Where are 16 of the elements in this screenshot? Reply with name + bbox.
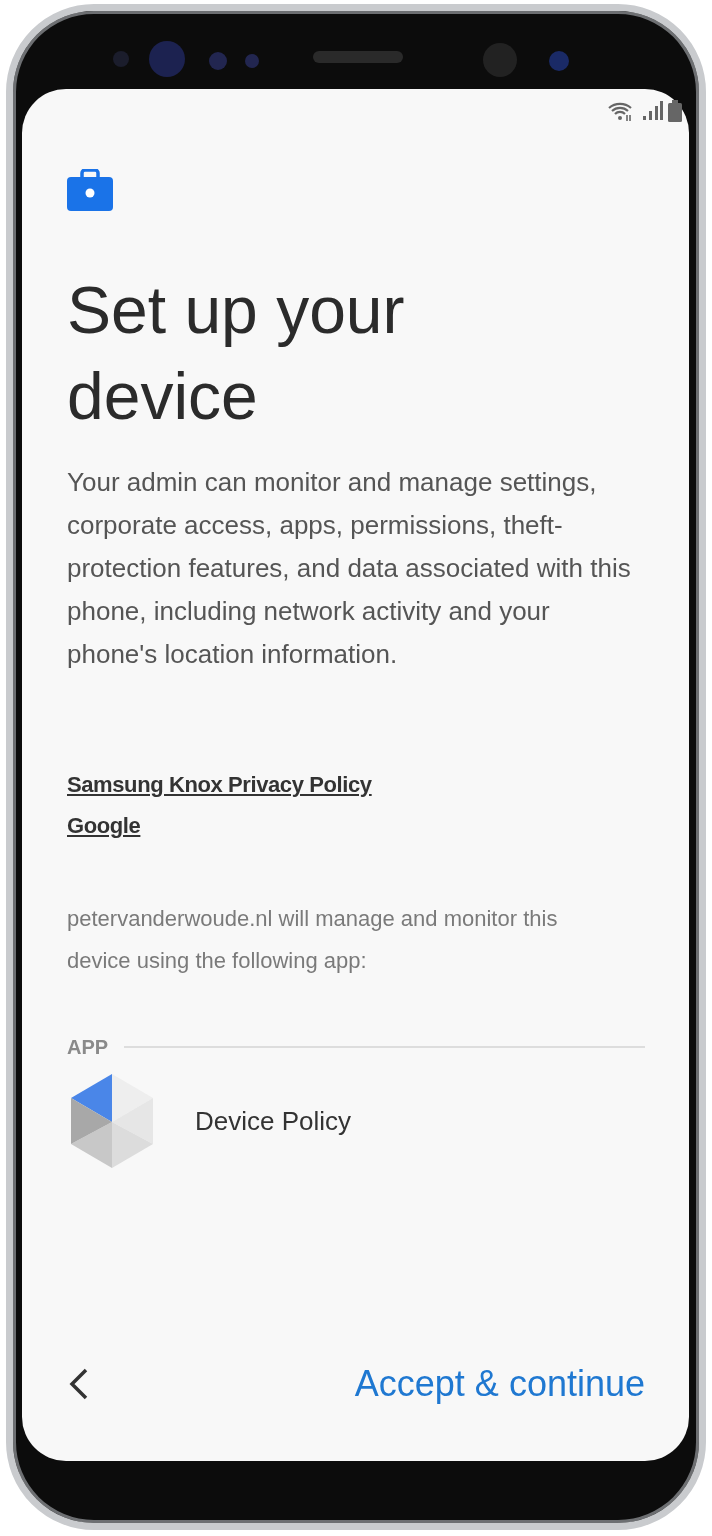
iris-scanner-icon	[149, 41, 185, 77]
page-title: Set up your device	[67, 272, 406, 435]
policy-link[interactable]: Google	[67, 809, 141, 842]
sensor-icon	[113, 51, 129, 67]
sensor-icon	[209, 52, 227, 70]
briefcase-icon	[67, 169, 113, 211]
accept-button[interactable]: Accept & continue	[354, 1357, 645, 1411]
description-text: Your admin can monitor and manage settings, corporate access, apps, permissions, theft-protection features, and data associated with this phone, including network activity and your phone's location information.	[67, 466, 632, 671]
section-heading: APP	[67, 1035, 109, 1060]
management-notice: petervanderwoude.nl will manage and monitor this device using the following app:	[67, 905, 559, 975]
signal-icon	[641, 100, 663, 122]
app-name: Device Policy	[195, 1104, 352, 1138]
battery-icon	[667, 99, 683, 123]
sensor-icon	[245, 54, 259, 68]
camera-icon	[549, 51, 569, 71]
policy-link[interactable]: Samsung Knox Privacy Policy	[67, 768, 372, 801]
